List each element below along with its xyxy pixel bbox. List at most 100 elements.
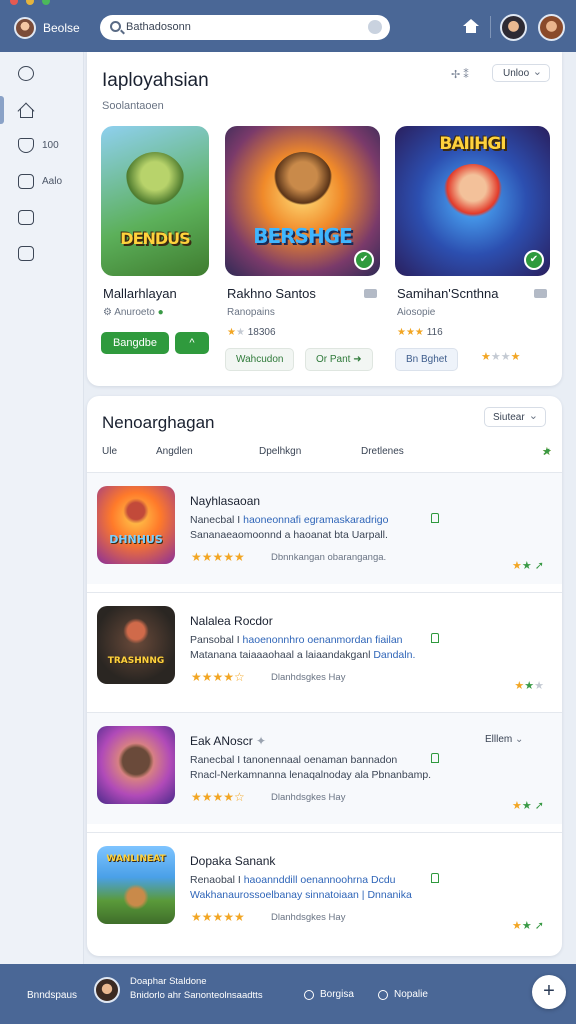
item-desc-line1: Ranecbal I tanonennaal oenaman bannadon — [190, 754, 398, 766]
game-thumbnail[interactable]: TRASHNNG — [97, 606, 175, 684]
mic-icon[interactable] — [368, 20, 382, 34]
item-title: Dopaka Sanank — [190, 854, 276, 868]
sidebar-active-marker — [0, 96, 4, 124]
character-image — [121, 882, 151, 912]
thumbnail-logo: WANLINEAT — [106, 854, 166, 864]
bottom-link-1[interactable]: Borgisa — [304, 989, 354, 1000]
list-item[interactable]: DHNHUS Nayhlasaoan Nanecbal I haoneonnaf… — [87, 472, 562, 584]
message-icon — [18, 210, 34, 225]
sidebar-item-label: 100 — [42, 140, 59, 151]
search-icon — [110, 21, 121, 32]
game-thumbnail[interactable]: WANLINEAT — [97, 846, 175, 924]
install-button[interactable]: Bangdbe — [101, 332, 169, 354]
item-score: ★★ ➚ — [511, 560, 544, 572]
user-desc: Bnidorlo ahr Sanonteolnsaadtts — [130, 990, 263, 1001]
tab-3[interactable]: Dpelhkgn — [259, 446, 301, 457]
wishlist-button[interactable]: Wahcudon — [225, 348, 295, 371]
avatar[interactable] — [14, 17, 36, 39]
sidebar-item-image[interactable] — [18, 246, 34, 261]
sidebar-item-check[interactable]: Aalo — [18, 174, 62, 189]
sort-select[interactable]: Siutear — [484, 407, 546, 427]
bookmark-icon[interactable] — [431, 753, 439, 763]
item-options-select[interactable]: Elllem — [485, 734, 523, 745]
bookmark-icon[interactable] — [431, 513, 439, 523]
chat-icon — [18, 66, 34, 81]
search-placeholder: Bathadosonn — [126, 21, 191, 33]
item-sub: Dlanhdsgkes Hay — [271, 912, 346, 923]
filter-select[interactable]: Unloo — [492, 64, 550, 82]
sidebar-item-shield[interactable]: 100 — [18, 138, 59, 153]
home-icon — [18, 102, 34, 118]
avatar[interactable] — [94, 977, 120, 1003]
character-image — [121, 496, 151, 526]
avatar-secondary[interactable] — [500, 14, 527, 41]
game-art[interactable]: BERSHGE ✔ — [225, 126, 380, 276]
list-item[interactable]: TRASHNNG Nalalea Rocdor Pansobal I haoen… — [87, 592, 562, 704]
minimize-dot[interactable] — [26, 0, 34, 5]
item-desc-line1: Nanecbal I haoneonnafi egramaskaradrigo — [190, 514, 389, 526]
tab-4[interactable]: Dretlenes — [361, 446, 404, 457]
check-icon — [18, 174, 34, 189]
game-thumbnail[interactable]: DHNHUS — [97, 486, 175, 564]
item-score: ★★ ➚ — [511, 800, 544, 812]
verified-icon: ✔ — [524, 250, 544, 270]
sidebar-item-message[interactable] — [18, 210, 34, 225]
item-score: ★★ ➚ — [511, 920, 544, 932]
list-item[interactable]: Eak ANoscr ✦ Elllem Ranecbal I tanonenna… — [87, 712, 562, 824]
maximize-dot[interactable] — [42, 0, 50, 5]
avatar-profile[interactable] — [538, 14, 565, 41]
expand-button[interactable]: ^ — [175, 332, 209, 354]
divider — [490, 16, 491, 38]
list-item[interactable]: WANLINEAT Dopaka Sanank Renaobal I haoan… — [87, 832, 562, 944]
sidebar: 100 Aalo — [0, 52, 84, 964]
open-button[interactable]: Or Pant ➜ — [305, 348, 373, 371]
item-rating: ★★★★★ — [191, 550, 245, 564]
item-title: Eak ANoscr ✦ — [190, 734, 267, 748]
game-rating: ★★★ 116 — [397, 327, 443, 338]
sidebar-item-label: Aalo — [42, 176, 63, 187]
tab-2[interactable]: Angdlen — [156, 446, 193, 457]
bookmark-icon[interactable] — [431, 873, 439, 883]
recommended-list: Nenoarghagan Siutear Ule Angdlen Dpelhkg… — [87, 396, 562, 956]
game-art[interactable]: DENDUS — [101, 126, 209, 276]
item-sub: Dbnnkangan obaranganga. — [271, 552, 387, 563]
home-icon[interactable] — [463, 19, 479, 33]
section-subtitle: Soolantaoen — [102, 100, 164, 112]
bookmark-icon[interactable] — [431, 633, 439, 643]
section-title: Iaployahsian — [102, 70, 209, 91]
image-icon — [18, 246, 34, 261]
info-icon — [378, 989, 388, 1000]
search-input[interactable]: Bathadosonn — [100, 15, 390, 40]
verified-icon: ✔ — [354, 250, 374, 270]
shield-icon — [304, 989, 314, 1000]
game-name: Rakhno Santos — [227, 286, 316, 301]
item-rating: ★★★★☆ — [191, 670, 245, 684]
sidebar-item-chat[interactable] — [18, 66, 34, 81]
user-name: Doaphar Staldone — [130, 976, 207, 987]
item-desc-line1: Renaobal I haoannddill oenannoohrna Dcdu — [190, 874, 396, 886]
thumbnail-logo: TRASHNNG — [107, 656, 165, 666]
item-desc-line2: Rnacl-Nerkamnanna lenaqalnoday ala Pbnan… — [190, 769, 432, 781]
character-image — [125, 152, 185, 212]
bottom-link-2[interactable]: Nopalie — [378, 989, 428, 1000]
game-logo: DENDUS — [120, 229, 190, 248]
bottom-left-label[interactable]: Bnndspaus — [27, 990, 77, 1001]
tab-1[interactable]: Ule — [102, 446, 117, 457]
sidebar-item-home[interactable] — [18, 102, 34, 118]
close-dot[interactable] — [10, 0, 18, 5]
details-button[interactable]: Bn Bghet — [395, 348, 459, 371]
add-button[interactable]: + — [532, 975, 566, 1009]
game-logo: BERSHGE — [253, 224, 353, 248]
view-toggle-icon[interactable]: ✢ ⁑ — [451, 68, 469, 81]
game-meta: ⚙ Anuroeto ● — [103, 307, 164, 318]
item-title: Nayhlasaoan — [190, 494, 261, 508]
section-title: Nenoarghagan — [102, 413, 215, 432]
top-bar: Beolse Bathadosonn — [0, 0, 576, 52]
character-image — [443, 164, 503, 224]
game-art[interactable]: BAIIHGI ✔ — [395, 126, 550, 276]
item-rating: ★★★★★ — [191, 910, 245, 924]
brand-name: Beolse — [43, 21, 80, 35]
game-name: Mallarhlayan — [103, 286, 177, 301]
item-title: Nalalea Rocdor — [190, 614, 273, 628]
game-thumbnail[interactable] — [97, 726, 175, 804]
